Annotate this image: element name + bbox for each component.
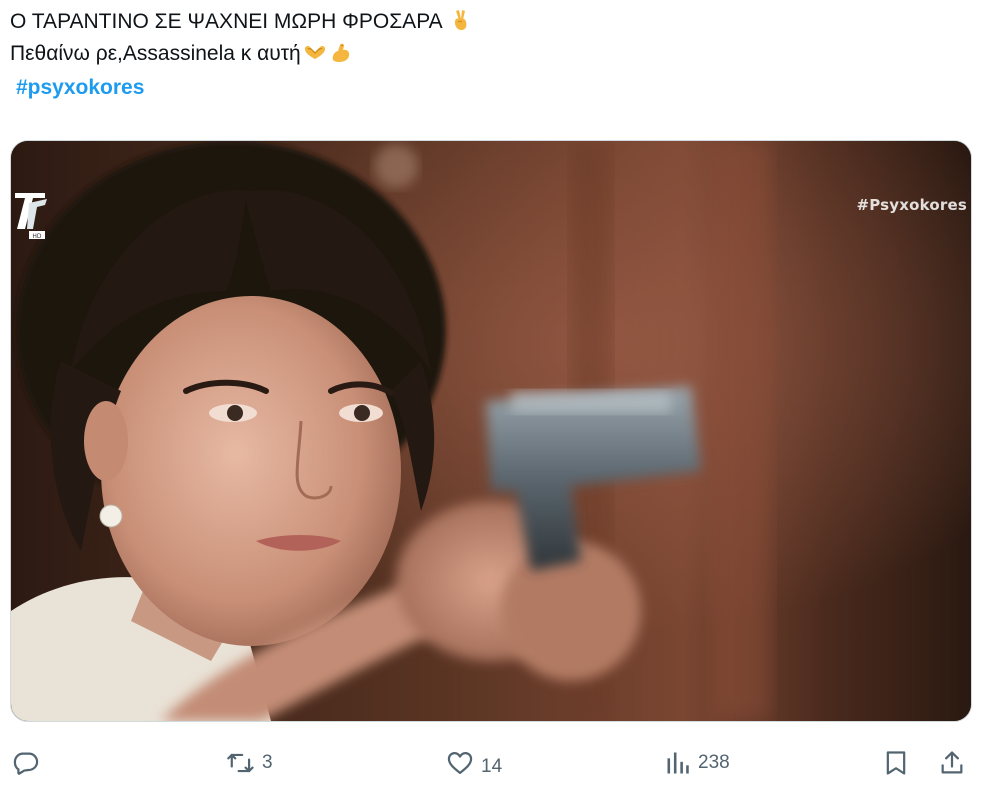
like-button[interactable]: 14 [445,748,502,778]
tweet-line-1-text: Ο ΤΑΡΑΝΤΙΝΟ ΣΕ ΨΑΧΝΕΙ ΜΩΡΗ ΦΡΟΣΑΡΑ [10,10,442,33]
reply-icon [13,752,39,775]
woman-aiming-pistol-photo [11,141,971,721]
tweet-line-2: Πεθαίνω ρε,Assassinela κ αυτή [10,38,970,70]
heart-icon [447,751,473,775]
tweet-media-image[interactable]: HD #Psyxokores [10,140,972,722]
tweet-action-bar: 3 14 238 [0,742,999,786]
flexed-biceps-emoji-icon [332,43,349,62]
retweet-button[interactable]: 3 [226,748,273,778]
bookmark-icon [886,751,906,775]
tweet-line-2-text: Πεθαίνω ρε,Assassinela κ αυτή [10,42,301,65]
tweet-text: Ο ΤΑΡΑΝΤΙΝΟ ΣΕ ΨΑΧΝΕΙ ΜΩΡΗ ΦΡΟΣΑΡΑ Πεθαί… [10,6,970,104]
heart-hands-emoji-icon [304,45,325,59]
retweet-icon [227,753,254,773]
reply-button[interactable] [12,748,40,778]
share-button[interactable] [938,748,966,778]
retweet-count: 3 [262,752,273,773]
share-icon [941,751,963,774]
svg-text:HD: HD [32,233,42,240]
analytics-icon [667,752,689,774]
bookmark-button[interactable] [882,748,910,778]
tweet-line-1: Ο ΤΑΡΑΝΤΙΝΟ ΣΕ ΨΑΧΝΕΙ ΜΩΡΗ ΦΡΟΣΑΡΑ [10,6,970,38]
ert-channel-logo-icon: HD [15,193,47,240]
channel-watermark: #Psyxokores [856,196,967,214]
views-count: 238 [698,752,730,773]
hashtag-link[interactable]: #psyxokores [16,72,144,104]
like-count: 14 [481,756,503,777]
views-button[interactable]: 238 [664,748,730,778]
victory-hand-emoji-icon [455,10,467,31]
